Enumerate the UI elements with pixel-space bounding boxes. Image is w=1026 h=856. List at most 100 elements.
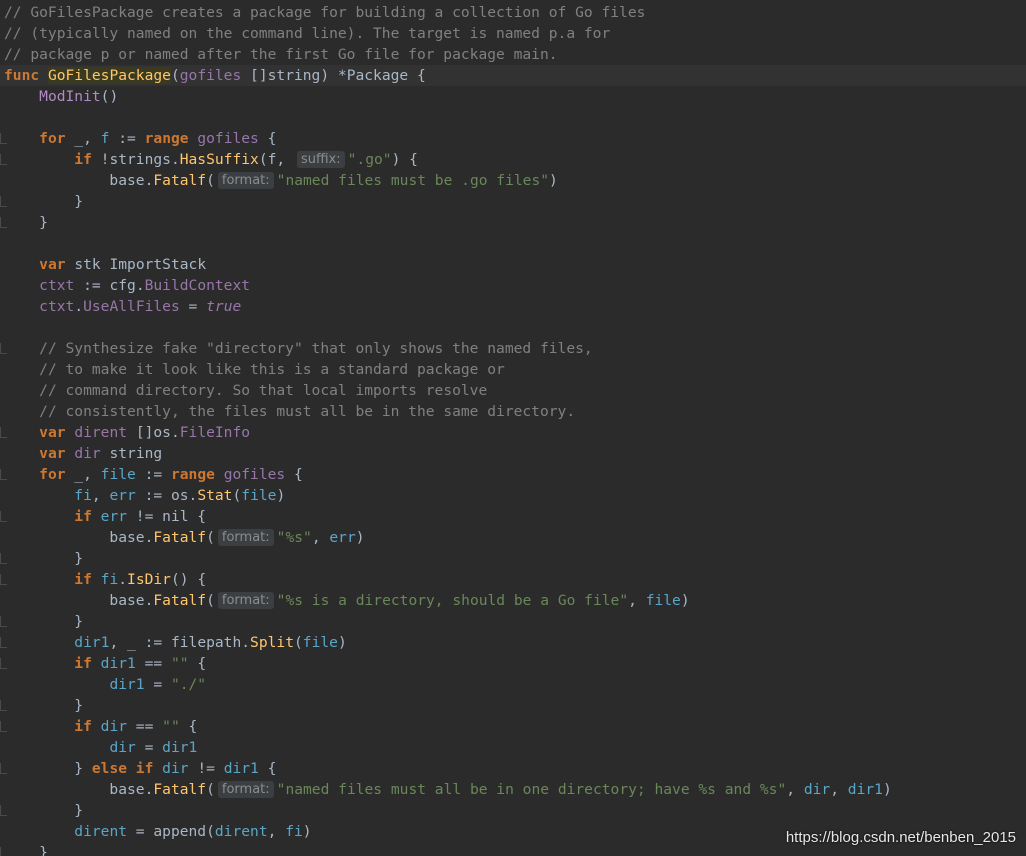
- code-token: var: [39, 256, 75, 273]
- code-token: ): [680, 592, 690, 609]
- code-line[interactable]: base.Fatalf(format: "named files must all…: [0, 779, 1026, 800]
- code-line[interactable]: // GoFilesPackage creates a package for …: [0, 2, 1026, 23]
- code-line[interactable]: if fi.IsDir() {: [0, 569, 1026, 590]
- code-line[interactable]: // command directory. So that local impo…: [0, 380, 1026, 401]
- code-line[interactable]: base.Fatalf(format: "%s", err): [0, 527, 1026, 548]
- code-line[interactable]: }: [0, 212, 1026, 233]
- fold-marker[interactable]: [0, 700, 7, 711]
- code-token: ): [302, 823, 312, 840]
- code-token: , _ := filepath.: [109, 634, 251, 651]
- code-token: func: [4, 67, 48, 84]
- code-token: = append(: [127, 823, 215, 840]
- code-token: GoFilesPackage: [47, 67, 171, 84]
- code-line[interactable]: if err != nil {: [0, 506, 1026, 527]
- code-token: file: [302, 634, 338, 651]
- code-token: gofiles: [179, 67, 242, 84]
- fold-marker[interactable]: [0, 847, 7, 856]
- fold-marker[interactable]: [0, 721, 7, 732]
- code-line[interactable]: fi, err := os.Stat(file): [0, 485, 1026, 506]
- code-line[interactable]: [0, 233, 1026, 254]
- code-line[interactable]: dir1 = "./": [0, 674, 1026, 695]
- code-line[interactable]: }: [0, 611, 1026, 632]
- code-token: var: [39, 445, 75, 462]
- code-token: {: [179, 718, 198, 735]
- code-token: base.: [4, 172, 154, 189]
- code-line[interactable]: base.Fatalf(format: "%s is a directory, s…: [0, 590, 1026, 611]
- parameter-hint: format:: [217, 172, 274, 189]
- code-line[interactable]: for _, f := range gofiles {: [0, 128, 1026, 149]
- fold-marker[interactable]: [0, 616, 7, 627]
- code-line[interactable]: // package p or named after the first Go…: [0, 44, 1026, 65]
- code-token: // package p or named after the first Go…: [4, 46, 558, 63]
- code-editor[interactable]: // GoFilesPackage creates a package for …: [0, 0, 1026, 856]
- fold-marker[interactable]: [0, 469, 7, 480]
- fold-marker[interactable]: [0, 805, 7, 816]
- fold-marker[interactable]: [0, 658, 7, 669]
- code-line[interactable]: // Synthesize fake "directory" that only…: [0, 338, 1026, 359]
- code-token: Fatalf: [153, 781, 207, 798]
- code-token: ,: [830, 781, 848, 798]
- code-line[interactable]: if dir == "" {: [0, 716, 1026, 737]
- code-token: }: [4, 760, 92, 777]
- code-line[interactable]: }: [0, 800, 1026, 821]
- code-token: if: [74, 571, 101, 588]
- code-token: "named files must be .go files": [276, 172, 550, 189]
- parameter-hint: format:: [217, 529, 274, 546]
- code-token: (: [206, 592, 215, 609]
- code-token: =: [135, 739, 163, 756]
- fold-marker[interactable]: [0, 343, 7, 354]
- code-line[interactable]: // consistently, the files must all be i…: [0, 401, 1026, 422]
- code-line[interactable]: // to make it look like this is a standa…: [0, 359, 1026, 380]
- code-line[interactable]: if dir1 == "" {: [0, 653, 1026, 674]
- code-line[interactable]: [0, 317, 1026, 338]
- code-line[interactable]: var stk ImportStack: [0, 254, 1026, 275]
- code-line[interactable]: ctxt := cfg.BuildContext: [0, 275, 1026, 296]
- fold-marker[interactable]: [0, 553, 7, 564]
- code-token: ,: [91, 487, 110, 504]
- code-line[interactable]: func GoFilesPackage(gofiles []string) *P…: [0, 65, 1026, 86]
- code-line[interactable]: dir = dir1: [0, 737, 1026, 758]
- code-token: Stat: [197, 487, 233, 504]
- fold-marker[interactable]: [0, 763, 7, 774]
- code-line[interactable]: dir1, _ := filepath.Split(file): [0, 632, 1026, 653]
- code-token: range: [170, 466, 224, 483]
- code-token: gofiles: [223, 466, 286, 483]
- code-token: ): [549, 172, 558, 189]
- code-line[interactable]: // (typically named on the command line)…: [0, 23, 1026, 44]
- code-token: (: [293, 634, 303, 651]
- code-line[interactable]: if !strings.HasSuffix(f, suffix: ".go") {: [0, 149, 1026, 170]
- fold-marker[interactable]: [0, 574, 7, 585]
- code-token: "./": [170, 676, 207, 693]
- code-line[interactable]: for _, file := range gofiles {: [0, 464, 1026, 485]
- code-line[interactable]: var dirent []os.FileInfo: [0, 422, 1026, 443]
- code-token: "": [170, 655, 189, 672]
- fold-marker[interactable]: [0, 637, 7, 648]
- code-line[interactable]: ModInit(): [0, 86, 1026, 107]
- code-line[interactable]: }: [0, 695, 1026, 716]
- code-line[interactable]: }: [0, 548, 1026, 569]
- fold-marker[interactable]: [0, 511, 7, 522]
- fold-marker[interactable]: [0, 427, 7, 438]
- code-line[interactable]: }: [0, 191, 1026, 212]
- fold-marker[interactable]: [0, 154, 7, 165]
- code-token: fi: [285, 823, 303, 840]
- code-line[interactable]: ctxt.UseAllFiles = true: [0, 296, 1026, 317]
- code-token: true: [206, 298, 242, 315]
- fold-marker[interactable]: [0, 133, 7, 144]
- code-line[interactable]: } else if dir != dir1 {: [0, 758, 1026, 779]
- code-token: // (typically named on the command line)…: [4, 25, 611, 42]
- code-line[interactable]: base.Fatalf(format: "named files must be …: [0, 170, 1026, 191]
- code-token: :=: [135, 466, 171, 483]
- code-token: dir1: [162, 739, 198, 756]
- code-token: }: [4, 844, 48, 856]
- code-line[interactable]: [0, 107, 1026, 128]
- code-token: if: [74, 151, 101, 168]
- watermark: https://blog.csdn.net/benben_2015: [785, 829, 1016, 846]
- code-line[interactable]: var dir string: [0, 443, 1026, 464]
- fold-marker[interactable]: [0, 217, 7, 228]
- fold-marker[interactable]: [0, 196, 7, 207]
